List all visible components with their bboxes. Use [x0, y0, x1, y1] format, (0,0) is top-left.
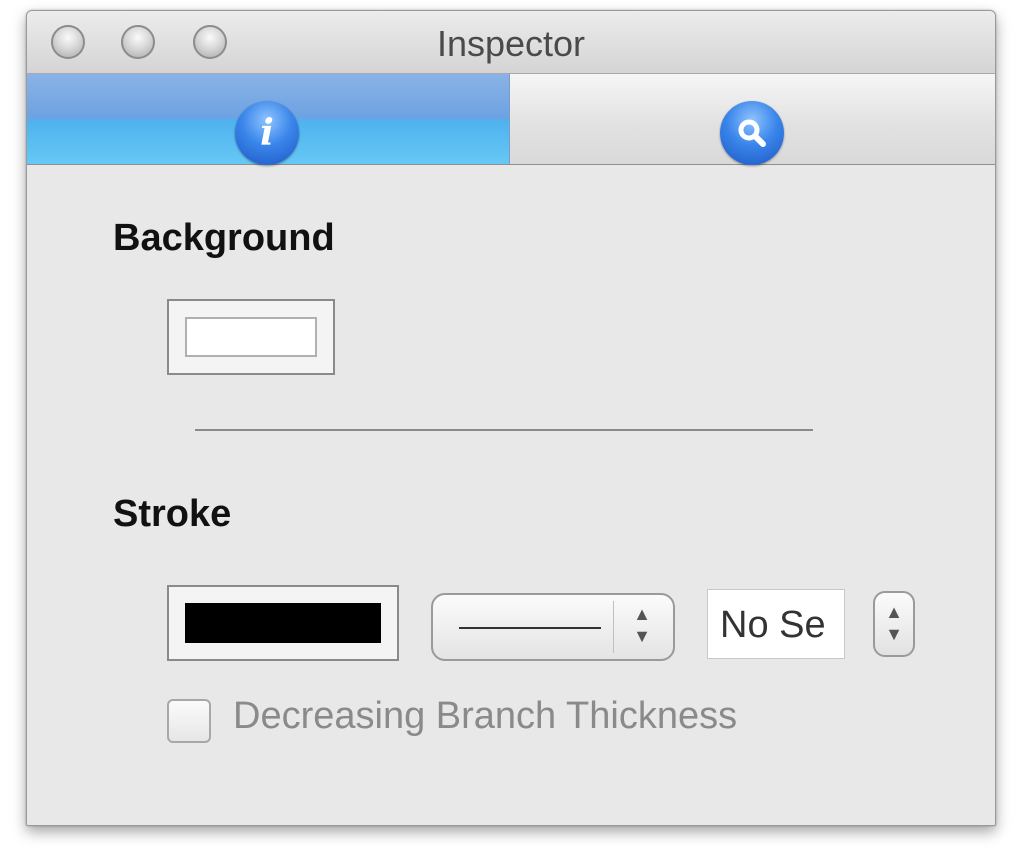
decreasing-thickness-label: Decreasing Branch Thickness	[233, 695, 738, 737]
magnifier-icon	[720, 101, 784, 165]
title-bar[interactable]: Inspector	[27, 11, 995, 74]
line-style-popup[interactable]: ▲ ▼	[431, 593, 675, 661]
stroke-width-stepper[interactable]: ▲ ▼	[873, 591, 915, 657]
solid-line-preview	[459, 627, 601, 629]
stepper-arrows-icon: ▲ ▼	[885, 602, 903, 644]
window-title: Inspector	[436, 23, 586, 64]
stroke-color-swatch	[185, 603, 381, 643]
info-icon: i	[235, 101, 299, 165]
decreasing-thickness-checkbox[interactable]	[167, 699, 211, 743]
stroke-color-well[interactable]	[167, 585, 399, 661]
stroke-heading: Stroke	[113, 493, 232, 535]
tab-search[interactable]	[510, 74, 995, 165]
background-heading: Background	[113, 217, 335, 259]
background-color-swatch	[185, 317, 317, 357]
tab-info[interactable]: i	[27, 74, 510, 165]
background-color-well[interactable]	[167, 299, 335, 375]
inspector-toolbar: i	[27, 74, 995, 165]
stroke-width-field[interactable]: No Se	[707, 589, 845, 659]
inspector-window: Inspector i Background Stroke ▲ ▼ No Se ▲…	[26, 10, 996, 826]
up-down-arrows-icon: ▲ ▼	[633, 604, 651, 646]
section-divider	[195, 429, 813, 431]
popup-separator	[613, 601, 614, 653]
